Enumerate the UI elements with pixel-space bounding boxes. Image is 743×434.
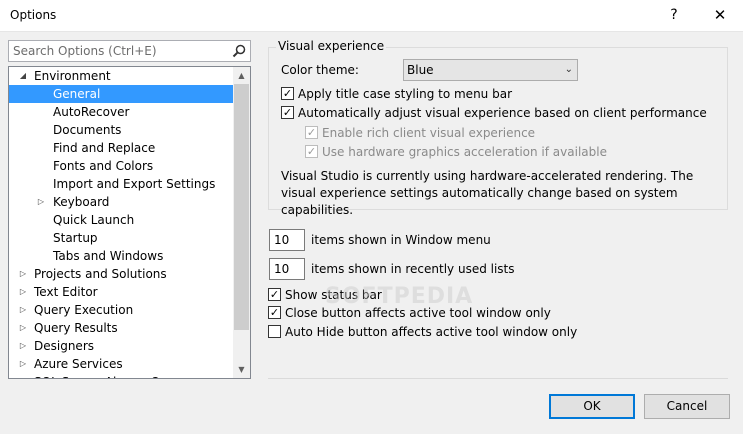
- tree-item-label: Azure Services: [34, 357, 123, 371]
- tree-item[interactable]: ▷ SQL Server Always On: [9, 373, 233, 378]
- tree-item[interactable]: Fonts and Colors: [9, 157, 233, 175]
- checkmark-icon[interactable]: ✓: [281, 106, 294, 119]
- tree-item[interactable]: Startup: [9, 229, 233, 247]
- window-menu-label: items shown in Window menu: [311, 233, 491, 247]
- tree-item-label: Find and Replace: [53, 141, 156, 155]
- tree-item-label: Text Editor: [34, 285, 98, 299]
- tree-item-label: Designers: [34, 339, 94, 353]
- divider: [268, 378, 728, 379]
- recent-lists-label: items shown in recently used lists: [311, 262, 515, 276]
- hw-accel-label: Use hardware graphics acceleration if av…: [322, 145, 607, 159]
- help-button[interactable]: ?: [651, 0, 697, 31]
- close-button[interactable]: ✕: [697, 0, 743, 31]
- tree-item[interactable]: ▷ Projects and Solutions: [9, 265, 233, 283]
- scroll-up-icon[interactable]: ▲: [233, 67, 250, 84]
- color-theme-label: Color theme:: [281, 63, 359, 77]
- chevron-down-icon: ⌄: [564, 64, 573, 75]
- tree-item[interactable]: Documents: [9, 121, 233, 139]
- tree-item-label: Import and Export Settings: [53, 177, 216, 191]
- tree-item-label: Fonts and Colors: [53, 159, 154, 173]
- collapsed-arrow-icon[interactable]: ▷: [35, 193, 47, 211]
- window-menu-count-input[interactable]: 10: [269, 229, 305, 251]
- tree-item[interactable]: General: [9, 85, 233, 103]
- watermark: SOFTPEDIA: [325, 284, 474, 309]
- color-theme-dropdown[interactable]: Blue ⌄: [403, 59, 578, 81]
- tree-item-label: Projects and Solutions: [34, 267, 167, 281]
- color-theme-value: Blue: [407, 63, 434, 77]
- tree-item[interactable]: ▷ Designers: [9, 337, 233, 355]
- checkmark-icon[interactable]: ✓: [268, 306, 281, 319]
- tree-item[interactable]: AutoRecover: [9, 103, 233, 121]
- tree-item-label: SQL Server Always On: [34, 373, 168, 378]
- tree-item[interactable]: ◢ Environment: [9, 67, 233, 85]
- checkmark-icon[interactable]: ✓: [281, 87, 294, 100]
- tree-item-label: Query Results: [34, 321, 118, 335]
- tree-item-label: AutoRecover: [53, 105, 130, 119]
- visual-experience-title: Visual experience: [276, 39, 387, 53]
- title-bar: Options ? ✕: [0, 0, 743, 32]
- checkbox-empty-icon[interactable]: [268, 325, 281, 338]
- apply-title-case-label: Apply title case styling to menu bar: [298, 87, 512, 101]
- tree-item-label: Environment: [34, 69, 111, 83]
- checkmark-icon: ✓: [305, 126, 318, 139]
- tree-item[interactable]: ▷ Azure Services: [9, 355, 233, 373]
- tree-item-label: General: [53, 87, 101, 101]
- auto-adjust-label: Automatically adjust visual experience b…: [298, 106, 707, 120]
- tree-item-label: Documents: [53, 123, 122, 137]
- tree-item[interactable]: ▷ Query Execution: [9, 301, 233, 319]
- search-icon[interactable]: [231, 43, 247, 59]
- tree-item[interactable]: Tabs and Windows: [9, 247, 233, 265]
- rich-client-label: Enable rich client visual experience: [322, 126, 536, 140]
- tree-item-label: Quick Launch: [53, 213, 135, 227]
- tree-items: ◢ Environment General AutoRecover Documents F…: [9, 67, 233, 378]
- scroll-down-icon[interactable]: ▼: [233, 361, 250, 378]
- rendering-description: Visual Studio is currently using hardwar…: [281, 169, 694, 217]
- checkmark-icon[interactable]: ✓: [268, 288, 281, 301]
- tree-item[interactable]: Find and Replace: [9, 139, 233, 157]
- collapsed-arrow-icon[interactable]: ▷: [17, 265, 29, 283]
- tree-scrollbar[interactable]: ▲ ▼: [233, 67, 250, 378]
- search-box[interactable]: [8, 40, 251, 62]
- tree-item[interactable]: ▷ Keyboard: [9, 193, 233, 211]
- ok-button[interactable]: OK: [549, 394, 635, 419]
- recent-lists-count-input[interactable]: 10: [269, 258, 305, 280]
- tree-item-label: Query Execution: [34, 303, 134, 317]
- tree-item[interactable]: ▷ Text Editor: [9, 283, 233, 301]
- expanded-arrow-icon[interactable]: ◢: [17, 67, 29, 85]
- scroll-thumb[interactable]: [234, 84, 249, 330]
- collapsed-arrow-icon[interactable]: ▷: [17, 337, 29, 355]
- tree-item[interactable]: Quick Launch: [9, 211, 233, 229]
- search-input[interactable]: [9, 41, 227, 61]
- collapsed-arrow-icon[interactable]: ▷: [17, 355, 29, 373]
- cancel-button[interactable]: Cancel: [644, 394, 730, 419]
- checkmark-icon: ✓: [305, 145, 318, 158]
- collapsed-arrow-icon[interactable]: ▷: [17, 283, 29, 301]
- options-tree[interactable]: ◢ Environment General AutoRecover Documents F…: [8, 66, 251, 379]
- collapsed-arrow-icon[interactable]: ▷: [17, 301, 29, 319]
- tree-item-label: Startup: [53, 231, 98, 245]
- collapsed-arrow-icon[interactable]: ▷: [17, 373, 29, 378]
- tree-item[interactable]: Import and Export Settings: [9, 175, 233, 193]
- auto-hide-label: Auto Hide button affects active tool win…: [285, 325, 578, 339]
- window-title: Options: [10, 8, 57, 22]
- tree-item[interactable]: ▷ Query Results: [9, 319, 233, 337]
- collapsed-arrow-icon[interactable]: ▷: [17, 319, 29, 337]
- tree-item-label: Keyboard: [53, 195, 110, 209]
- tree-item-label: Tabs and Windows: [53, 249, 164, 263]
